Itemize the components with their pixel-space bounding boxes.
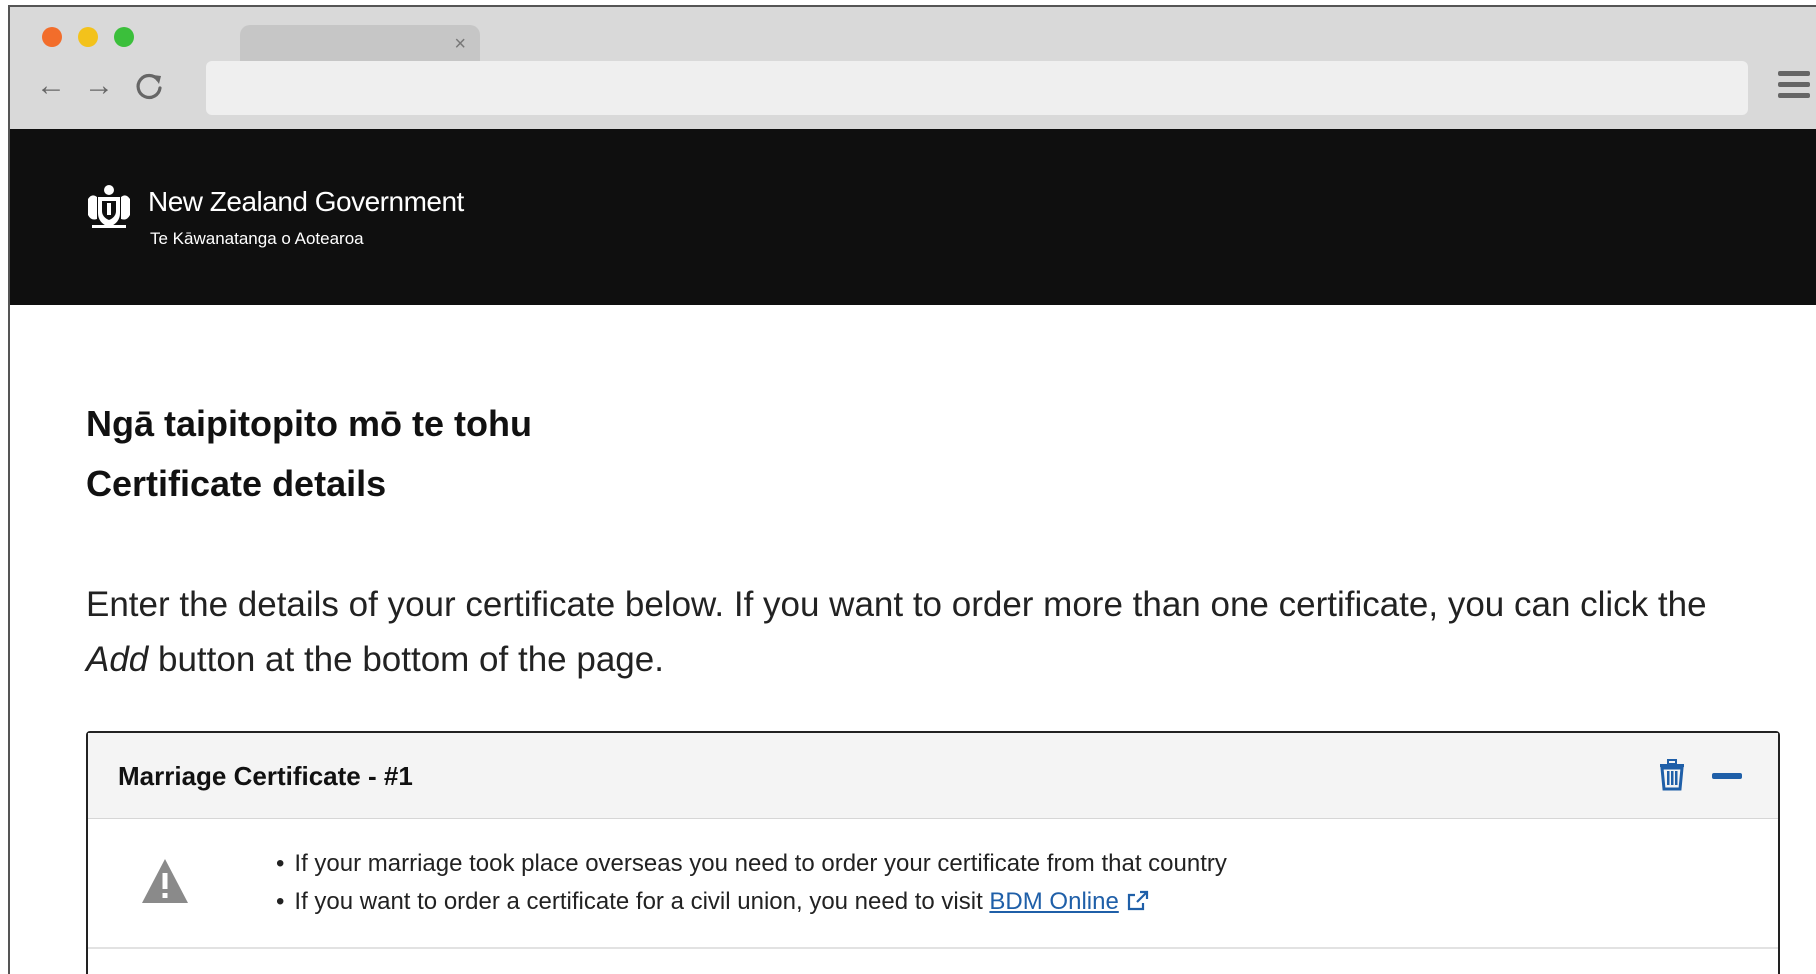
- gov-header: New Zealand Government Te Kāwanatanga o …: [10, 129, 1816, 305]
- maximize-window-button[interactable]: [114, 27, 134, 47]
- intro-add-emphasis: Add: [86, 640, 149, 679]
- minimize-window-button[interactable]: [78, 27, 98, 47]
- browser-menu-icon[interactable]: [1778, 71, 1810, 103]
- notice-item-text: If you want to order a certificate for a…: [294, 888, 990, 915]
- bdm-online-link[interactable]: BDM Online: [989, 888, 1118, 915]
- forward-icon[interactable]: →: [84, 71, 114, 101]
- address-bar[interactable]: [206, 61, 1748, 115]
- collapse-icon[interactable]: [1712, 773, 1742, 779]
- gov-subtitle: Te Kāwanatanga o Aotearoa: [150, 229, 364, 248]
- browser-chrome: × ← →: [10, 7, 1816, 129]
- browser-tab[interactable]: ×: [240, 25, 480, 65]
- page-title-english: Certificate details: [86, 463, 387, 504]
- certificate-panel: Marriage Certificate - #1 If your marria…: [86, 731, 1780, 974]
- gov-name[interactable]: New Zealand Government: [148, 186, 464, 218]
- warning-icon: [142, 859, 188, 903]
- external-link-icon[interactable]: [1127, 890, 1149, 912]
- intro-text-end: button at the bottom of the page.: [148, 640, 664, 679]
- notice-list: If your marriage took place overseas you…: [276, 845, 1227, 921]
- close-window-button[interactable]: [42, 27, 62, 47]
- page-title-maori: Ngā taipitopito mō te tohu: [86, 403, 532, 444]
- reload-icon[interactable]: [134, 71, 164, 107]
- tab-close-icon[interactable]: ×: [454, 33, 466, 56]
- certificate-panel-title: Marriage Certificate - #1: [118, 761, 413, 791]
- panel-notice: If your marriage took place overseas you…: [88, 819, 1778, 949]
- trash-icon[interactable]: [1658, 759, 1686, 791]
- intro-text-start: Enter the details of your certificate be…: [86, 585, 1707, 624]
- back-icon[interactable]: ←: [36, 71, 66, 101]
- notice-item: If you want to order a certificate for a…: [276, 883, 1227, 921]
- browser-window: × ← → New Zealand Government Te Kāwanata…: [8, 5, 1816, 974]
- notice-item-text: If your marriage took place overseas you…: [294, 850, 1227, 877]
- certificate-panel-header: Marriage Certificate - #1: [88, 733, 1778, 819]
- nz-coat-of-arms-icon: [88, 185, 130, 228]
- intro-text: Enter the details of your certificate be…: [86, 577, 1766, 687]
- notice-item: If your marriage took place overseas you…: [276, 845, 1227, 883]
